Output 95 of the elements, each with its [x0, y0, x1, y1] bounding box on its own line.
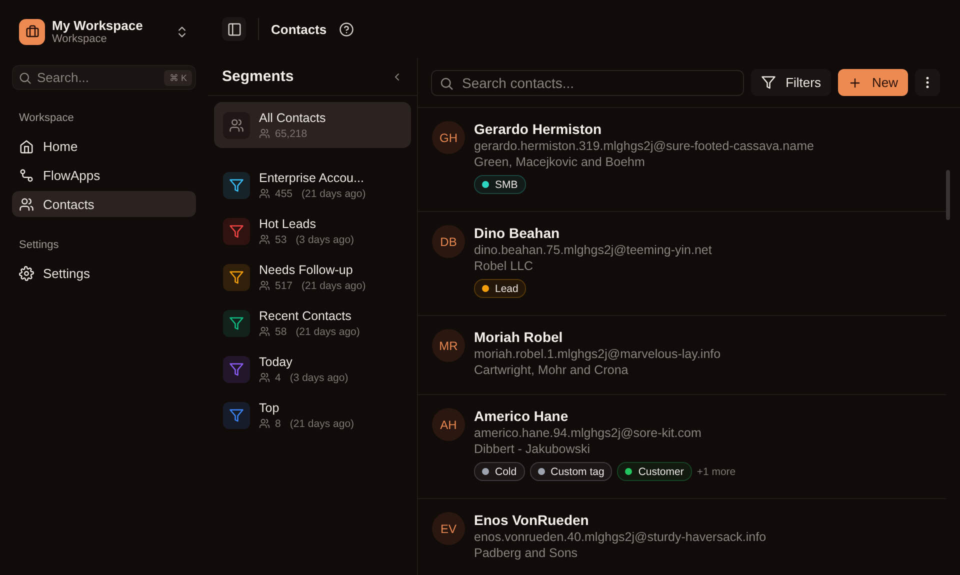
contact-card[interactable]: DB Dino Beahan dino.beahan.75.mlghgs2j@teeming-yin.net Robel LLC Lead	[418, 212, 946, 316]
contact-company: Cartwright, Mohr and Crona	[474, 363, 630, 377]
contact-email: americo.hane.94.mlghgs2j@sore-kit.com	[474, 426, 702, 440]
segment-item[interactable]: Hot Leads 53 (3 days ago)	[214, 210, 411, 252]
segment-count: 53	[275, 234, 287, 246]
segment-name: Hot Leads	[259, 216, 317, 230]
panel-title: Segments	[222, 68, 294, 85]
contact-name: Americo Hane	[474, 408, 570, 424]
contact-card[interactable]: EV Enos VonRueden enos.vonrueden.40.mlghgs2j@sturdy-haversack.info Padberg and Sons	[418, 499, 946, 575]
segment-item[interactable]: Enterprise Accou... 455 (21 days ago)	[214, 164, 411, 206]
funnel-icon	[760, 75, 776, 90]
contact-card[interactable]: MR Moriah Robel moriah.robel.1.mlghgs2j@marvelous-lay.info Cartwright, Mohr and Crona	[418, 316, 946, 395]
contact-card[interactable]: AH Americo Hane americo.hane.94.mlghgs2j@sore-kit.com Dibbert - Jakubowski Cold Custom tag Customer +1 more	[418, 395, 946, 499]
new-button[interactable]: New	[838, 69, 908, 96]
users-icon	[259, 234, 270, 245]
contact-name: Dino Beahan	[474, 225, 561, 241]
sidebar-toggle-button[interactable]	[222, 17, 246, 41]
contact-company: Green, Macejkovic and Boehm	[474, 155, 646, 169]
contact-company: Robel LLC	[474, 259, 534, 273]
nav-item[interactable]: Home	[12, 133, 196, 159]
segment-name: Recent Contacts	[259, 308, 352, 322]
scrollbar-thumb[interactable]	[946, 170, 950, 220]
avatar: GH	[432, 121, 465, 154]
tag-chip: Customer	[617, 462, 692, 481]
nav-item[interactable]: FlowApps	[12, 162, 196, 188]
segment-name: All Contacts	[259, 110, 326, 124]
avatar: DB	[432, 225, 465, 258]
segment-updated: (21 days ago)	[290, 418, 354, 430]
contact-name: Gerardo Hermiston	[474, 121, 603, 137]
users-icon	[259, 372, 270, 383]
segment-item[interactable]: Top 8 (21 days ago)	[214, 394, 411, 436]
contact-company: Dibbert - Jakubowski	[474, 442, 592, 456]
avatar: EV	[432, 512, 465, 545]
contact-card[interactable]: GH Gerardo Hermiston gerardo.hermiston.319.mlghgs2j@sure-footed-cassava.name Green, Macejkovic and Boehm SMB	[418, 108, 946, 212]
segment-count: 8	[275, 418, 281, 430]
avatar: AH	[432, 408, 465, 441]
contact-email: enos.vonrueden.40.mlghgs2j@sturdy-haversack.info	[474, 530, 766, 544]
segment-item[interactable]: Recent Contacts 58 (21 days ago)	[214, 302, 411, 344]
home-icon	[19, 138, 34, 154]
users-icon	[259, 128, 270, 139]
tag-chip: Cold	[474, 462, 525, 481]
tag-chip: SMB	[474, 175, 526, 194]
segment-count: 4	[275, 372, 281, 384]
contact-email: dino.beahan.75.mlghgs2j@teeming-yin.net	[474, 243, 712, 257]
segment-name: Enterprise Accou...	[259, 170, 365, 184]
contact-email: moriah.robel.1.mlghgs2j@marvelous-lay.info	[474, 347, 721, 361]
segment-name: Top	[259, 400, 280, 414]
segment-count: 58	[275, 326, 287, 338]
users-icon	[19, 196, 34, 212]
segment-item[interactable]: All Contacts 65,218	[214, 102, 411, 148]
tag-chip: Lead	[474, 279, 526, 298]
avatar: MR	[432, 329, 465, 362]
segment-updated: (21 days ago)	[296, 326, 360, 338]
segment-item[interactable]: Today 4 (3 days ago)	[214, 348, 411, 390]
contact-name: Enos VonRueden	[474, 512, 590, 528]
segment-count: 65,218	[275, 128, 308, 140]
segment-count: 455	[275, 188, 293, 200]
more-options-button[interactable]	[915, 69, 940, 96]
segment-item[interactable]: Needs Follow-up 517 (21 days ago)	[214, 256, 411, 298]
search-icon	[439, 76, 454, 90]
users-icon	[259, 326, 270, 337]
page-title: Contacts	[271, 22, 327, 36]
segment-name: Needs Follow-up	[259, 262, 354, 276]
settings-icon	[19, 266, 34, 280]
contact-name: Moriah Robel	[474, 329, 564, 345]
workspace-name: My Workspace	[52, 18, 144, 33]
help-icon	[338, 22, 354, 36]
tag-chip: Custom tag	[530, 462, 612, 481]
shortcut-hint: ⌘ K	[164, 70, 192, 86]
nav-item[interactable]: Settings	[12, 260, 196, 286]
users-icon	[259, 418, 270, 429]
segment-name: Today	[259, 354, 294, 368]
segment-updated: (3 days ago)	[296, 234, 354, 246]
users-icon	[229, 118, 244, 132]
segment-updated: (3 days ago)	[290, 372, 348, 384]
segment-updated: (21 days ago)	[302, 188, 366, 200]
contact-company: Padberg and Sons	[474, 546, 579, 560]
nav-item[interactable]: Contacts	[12, 191, 196, 217]
briefcase-icon	[24, 24, 40, 39]
workspace-logo[interactable]	[19, 18, 45, 44]
workspace-subtitle: Workspace	[52, 33, 108, 45]
flow-icon	[19, 168, 34, 182]
users-icon	[259, 280, 270, 291]
filters-button[interactable]: Filters	[750, 69, 831, 96]
segment-updated: (21 days ago)	[302, 280, 366, 292]
contact-email: gerardo.hermiston.319.mlghgs2j@sure-footed-cassava.name	[474, 139, 814, 153]
search-field[interactable]: Search contacts...	[431, 70, 744, 96]
more-tags-link[interactable]: +1 more	[696, 466, 736, 478]
segment-count: 517	[275, 280, 293, 292]
users-icon	[259, 188, 270, 199]
panel-icon	[226, 22, 242, 36]
help-button[interactable]	[338, 22, 354, 36]
plus-icon	[848, 76, 862, 90]
section-label: Settings	[18, 239, 60, 253]
section-label: Workspace	[18, 112, 75, 126]
